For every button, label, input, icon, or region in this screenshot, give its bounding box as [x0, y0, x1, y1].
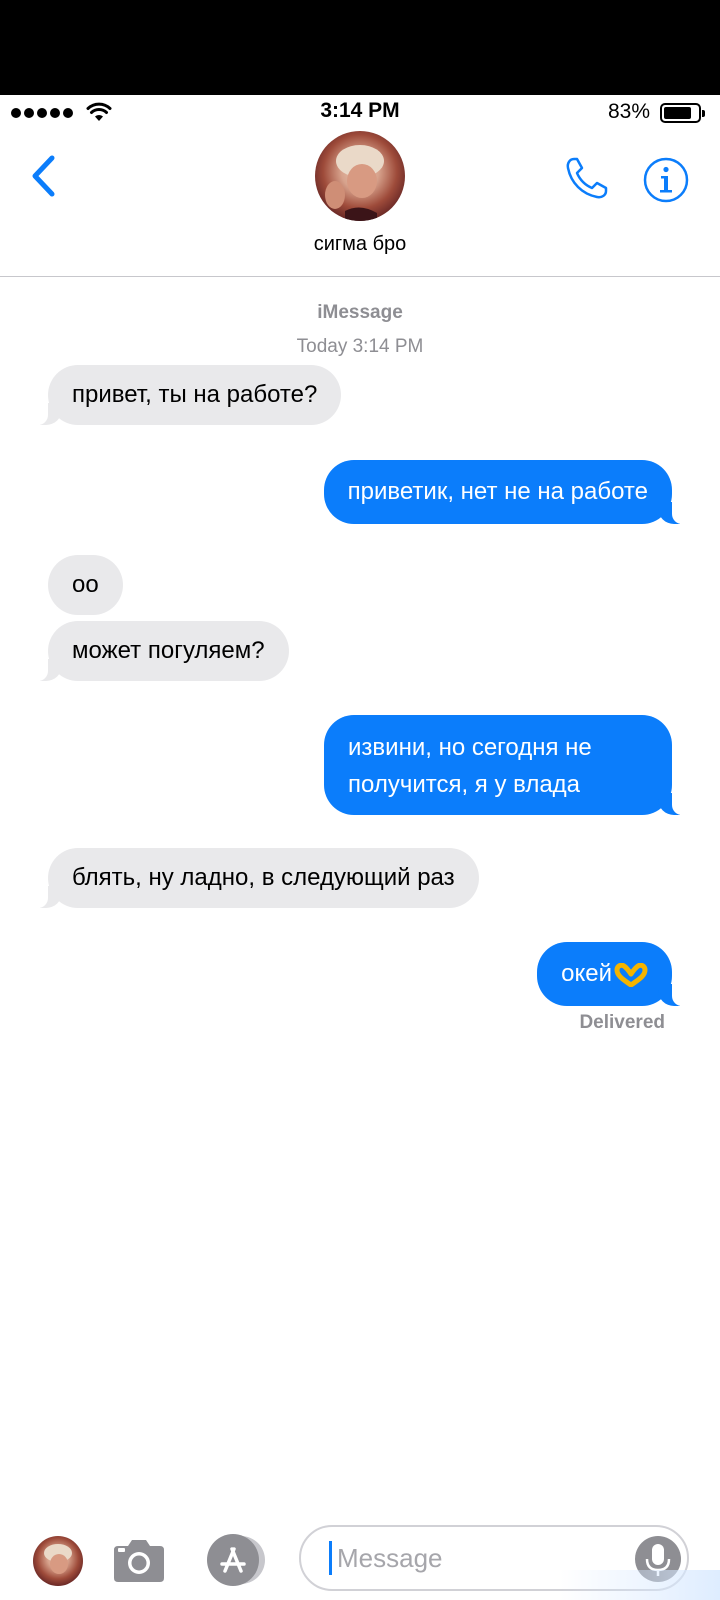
app-store-icon[interactable]: [203, 1534, 271, 1586]
message-text: блять, ну ладно, в следующий раз: [72, 864, 455, 891]
message-text: может погуляем?: [72, 637, 265, 664]
message-text: оо: [72, 571, 99, 598]
message-text: приветик, нет не на работе: [347, 478, 648, 505]
conversation-timestamp: Today 3:14 PM: [296, 336, 424, 357]
battery-icon: [660, 103, 705, 123]
home-indicator-glow: [560, 1570, 720, 1600]
chevron-left-icon[interactable]: [26, 153, 60, 199]
camera-icon[interactable]: [110, 1536, 168, 1586]
message-placeholder: Message: [337, 1543, 443, 1573]
message-text: привет, ты на работе?: [72, 381, 318, 408]
message-input-bar: Message: [0, 1510, 720, 1600]
avatar-photo: [44, 1544, 72, 1574]
battery-percent: 83%: [607, 100, 650, 123]
contact-avatar[interactable]: [315, 131, 405, 221]
incoming-message-bubble[interactable]: оо: [48, 555, 123, 615]
status-bar: 3:14 PM 83%: [0, 95, 720, 131]
heart-hands-emoji-icon: [614, 962, 648, 987]
message-text: извини, но сегодня не получится, я у вла…: [348, 734, 592, 798]
info-icon[interactable]: [643, 157, 689, 203]
black-top-bar: [0, 0, 720, 95]
outgoing-message-bubble[interactable]: приветик, нет не на работе: [323, 460, 687, 524]
delivery-status: Delivered: [579, 1012, 665, 1033]
incoming-message-bubble[interactable]: может погуляем?: [34, 621, 289, 681]
avatar-photo: [325, 145, 384, 221]
outgoing-message-bubble[interactable]: окей: [537, 942, 686, 1006]
service-label: iMessage: [317, 302, 403, 323]
contact-name[interactable]: сигма бро: [0, 233, 720, 256]
message-text: окей: [561, 960, 612, 987]
phone-icon[interactable]: [564, 155, 610, 201]
incoming-message-bubble[interactable]: блять, ну ладно, в следующий раз: [34, 848, 479, 908]
text-caret: [329, 1541, 332, 1575]
memoji-avatar[interactable]: [33, 1536, 83, 1586]
incoming-message-bubble[interactable]: привет, ты на работе?: [33, 365, 342, 425]
outgoing-message-bubble[interactable]: извини, но сегодня не получится, я у вла…: [324, 715, 686, 815]
conversation-header: сигма бро: [0, 131, 720, 277]
